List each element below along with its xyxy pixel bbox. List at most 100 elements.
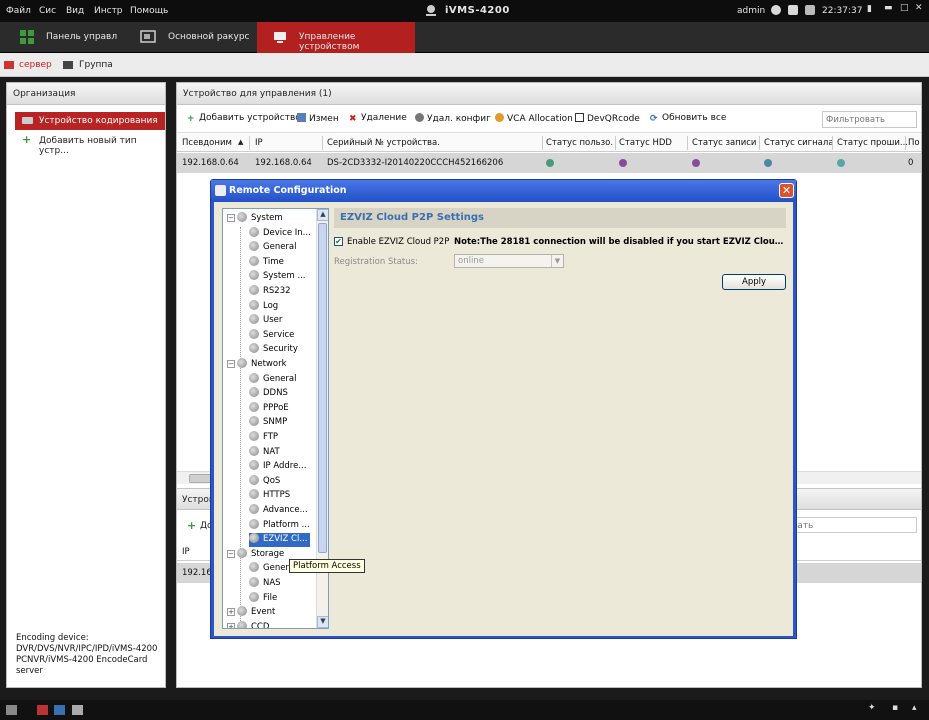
tree-node[interactable]: User [249, 314, 282, 328]
scroll-down-icon[interactable]: ▼ [317, 616, 328, 628]
tree-node[interactable]: IP Addre... [249, 460, 306, 474]
tree-node[interactable]: General [249, 241, 297, 255]
tree-node[interactable]: RS232 [249, 285, 291, 299]
tree-node[interactable]: + Event [227, 606, 275, 620]
pin-icon[interactable]: ✦ [868, 703, 876, 713]
tree-node[interactable]: PPPoE [249, 401, 289, 416]
subtab-server[interactable]: сервер [19, 60, 52, 70]
vca-allocation-button[interactable]: VCA Allocation [495, 113, 573, 124]
gear-icon [249, 314, 259, 325]
col-extra[interactable]: По [908, 138, 921, 148]
tree-node[interactable]: Time [249, 255, 284, 270]
menu-file[interactable]: Файл [6, 6, 31, 16]
tree-node[interactable]: Security [249, 343, 298, 357]
table-row[interactable]: 192.168.0.64 192.168.0.64 DS-2CD3332-I20… [177, 153, 921, 173]
expand-icon[interactable]: ▴ [912, 703, 917, 713]
tree-node[interactable]: Device In... [249, 226, 311, 241]
tree-node[interactable]: HTTPS [249, 489, 290, 503]
restore-icon[interactable]: ▪ [892, 703, 898, 713]
collapse-icon[interactable]: − [227, 360, 235, 368]
lock-status-icon[interactable] [771, 5, 781, 15]
col-record-status[interactable]: Статус записи [692, 138, 756, 148]
col-firmware-status[interactable]: Статус проши... [837, 138, 907, 148]
tree-node[interactable]: − System [227, 212, 283, 226]
tab-device-management[interactable]: Управление устройством [257, 22, 415, 53]
tree-node-label: General [263, 373, 297, 384]
refresh-all-button[interactable]: ⟳ Обновить все [650, 113, 726, 124]
button-label: Удал. конфиг [427, 114, 491, 124]
col-serial[interactable]: Серийный № устройства. [327, 138, 440, 148]
tab-control-panel[interactable]: Панель управл [8, 22, 120, 53]
col-alias[interactable]: Псевдоним [182, 138, 232, 148]
tree-node[interactable]: Platform ... [249, 518, 310, 533]
dialog-title-bar[interactable]: Remote Configuration [211, 180, 796, 202]
lock-icon[interactable] [6, 705, 17, 715]
apply-button[interactable]: Apply [722, 274, 786, 290]
lock-icon[interactable]: ▮ [867, 4, 872, 14]
dev-qrcode-button[interactable]: DevQRcode [575, 113, 640, 124]
sort-asc-icon[interactable]: ▲ [238, 138, 243, 146]
collapse-icon[interactable]: − [227, 214, 235, 222]
col-ip[interactable]: IP [255, 138, 263, 148]
enable-ezviz-label[interactable]: Enable EZVIZ Cloud P2P [347, 237, 449, 247]
title-bar: Файл Сис Вид Инстр Помощь iVMS-4200 admi… [0, 0, 929, 22]
memory-icon[interactable] [805, 5, 815, 15]
menu-help[interactable]: Помощь [130, 6, 168, 16]
scroll-thumb[interactable] [318, 223, 327, 553]
tree-node[interactable]: General [249, 372, 297, 387]
maximize-icon[interactable]: □ [900, 3, 909, 13]
col-ip[interactable]: IP [182, 547, 190, 557]
tree-node[interactable]: NAT [249, 445, 280, 460]
scroll-thumb[interactable] [189, 474, 211, 483]
minimize-icon[interactable]: ▬ [884, 3, 893, 13]
scroll-up-icon[interactable]: ▲ [317, 209, 328, 221]
modify-button[interactable]: Измен [297, 113, 339, 124]
tree-node[interactable]: Service [249, 328, 294, 343]
filter-input[interactable] [822, 111, 917, 128]
alarm-icon[interactable] [37, 705, 48, 715]
col-user-status[interactable]: Статус пользо... [546, 138, 614, 148]
tree-node[interactable]: QoS [249, 474, 280, 489]
tree-node[interactable]: EZVIZ Cl... [249, 533, 311, 548]
remote-config-button[interactable]: Удал. конфиг [415, 113, 491, 124]
delete-button[interactable]: ✖ Удаление [349, 113, 407, 124]
col-hdd-status[interactable]: Статус HDD [619, 138, 672, 148]
tree-node[interactable]: Advance... [249, 504, 308, 518]
tree-node[interactable]: − Network [227, 358, 287, 372]
add-device-button[interactable]: + Добавить устройство [187, 113, 301, 124]
tree-node[interactable]: DDNS [249, 387, 288, 401]
tree-node[interactable]: SNMP [249, 416, 287, 430]
tree-node[interactable]: Log [249, 299, 278, 314]
tree-node-label: User [263, 315, 283, 326]
keyboard-icon[interactable] [788, 5, 798, 15]
filter-input[interactable]: вать [787, 517, 917, 533]
menu-system[interactable]: Сис [39, 6, 56, 16]
expand-icon[interactable]: + [227, 622, 235, 628]
tree-node[interactable]: System ... [249, 270, 306, 284]
tree-node-label: System [251, 213, 283, 223]
plus-icon[interactable]: + [187, 519, 196, 532]
subtab-group[interactable]: Группа [79, 60, 113, 70]
col-signal-status[interactable]: Статус сигнала [764, 138, 834, 148]
user-name[interactable]: admin [737, 6, 765, 16]
menu-tools[interactable]: Инстр [94, 6, 123, 16]
menu-view[interactable]: Вид [66, 6, 84, 16]
tree-node[interactable]: File [249, 591, 277, 606]
collapse-icon[interactable]: − [227, 549, 235, 558]
expand-icon[interactable]: + [227, 608, 235, 617]
org-item-encoding-device[interactable]: Устройство кодирования [15, 112, 165, 130]
org-item-add-type[interactable]: + Добавить новый тип устр... [15, 132, 165, 156]
enable-ezviz-checkbox[interactable]: ✔ [334, 237, 343, 246]
monitor-icon[interactable] [54, 705, 65, 715]
dialog-close-button[interactable]: ✕ [779, 183, 794, 198]
footer-line: server [16, 666, 43, 676]
camera-view-icon [140, 30, 156, 43]
tree-node[interactable]: NAS [249, 577, 281, 591]
tree-node[interactable]: − Storage [227, 547, 284, 562]
tree-node-label: RS232 [263, 286, 291, 296]
tree-node[interactable]: + CCD [227, 620, 269, 628]
sound-icon[interactable] [72, 705, 83, 715]
tab-main-view[interactable]: Основной ракурс [128, 22, 252, 53]
close-icon[interactable]: ✕ [915, 3, 923, 13]
tree-node[interactable]: FTP [249, 431, 278, 445]
